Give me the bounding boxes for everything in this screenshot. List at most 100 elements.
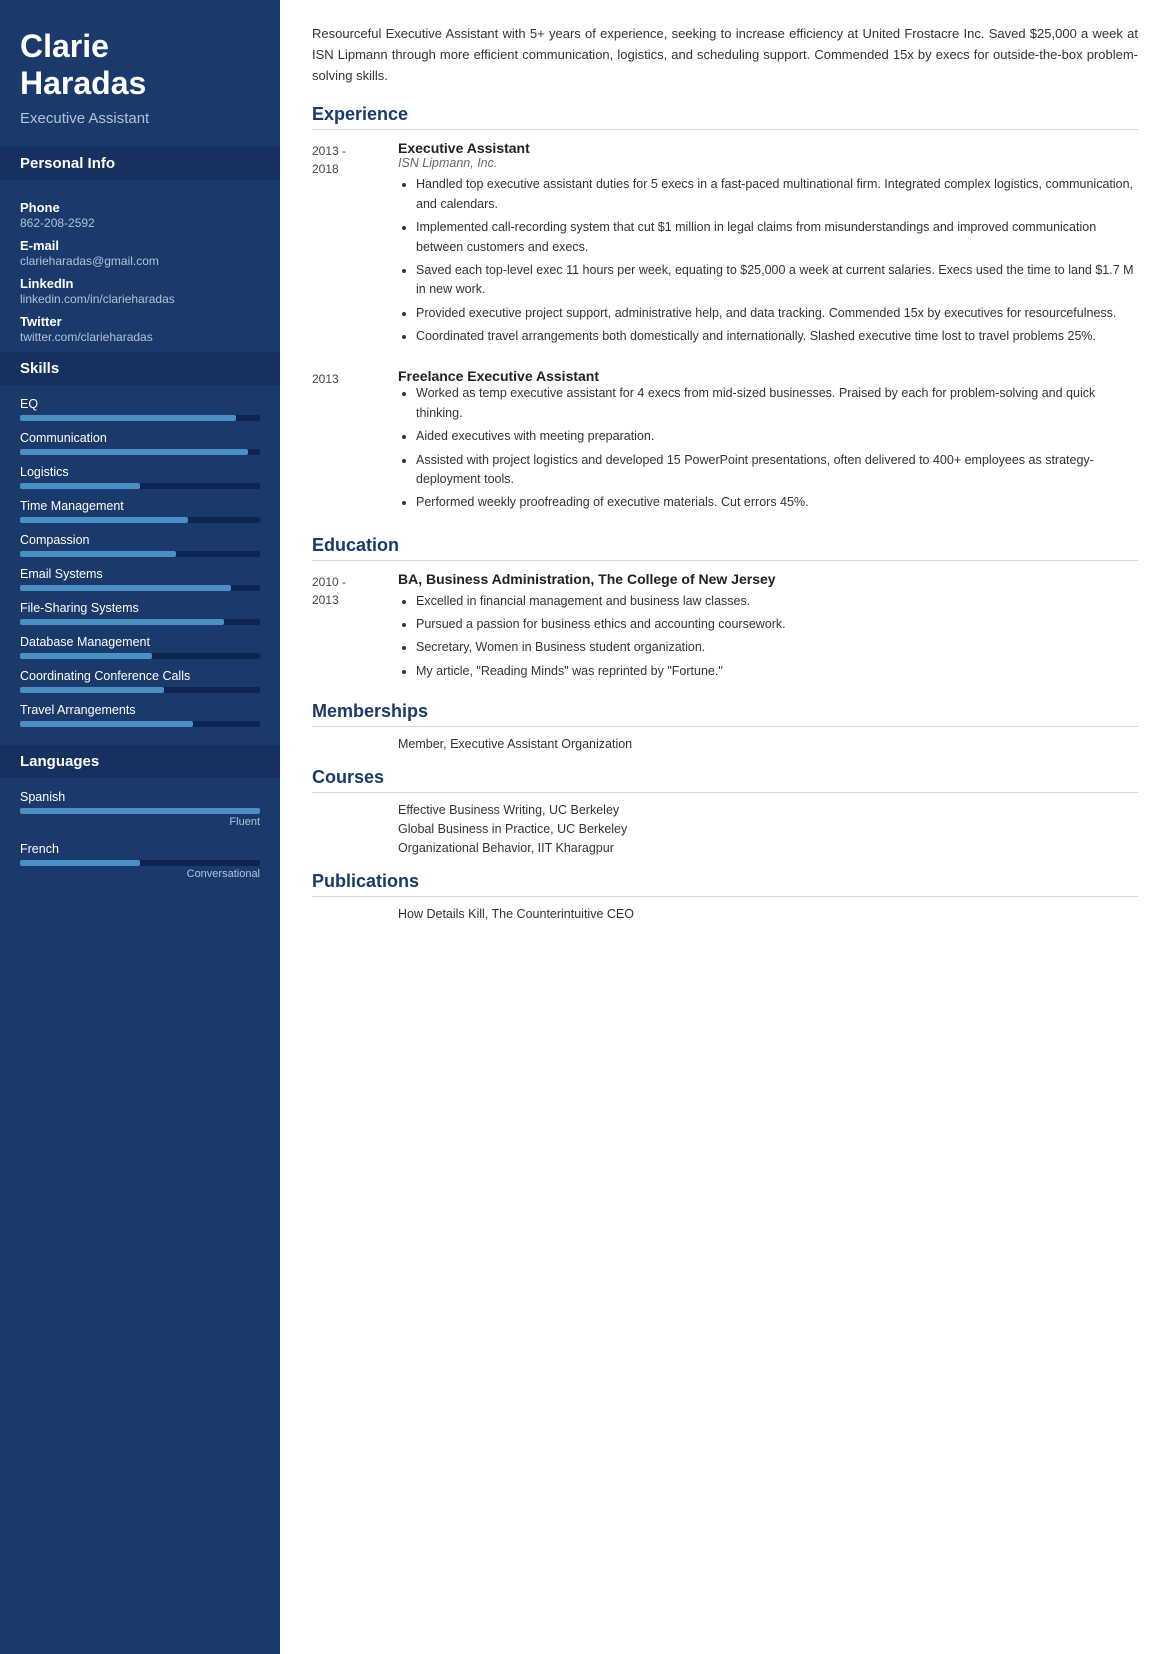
- phone-value: 862-208-2592: [20, 216, 260, 230]
- skill-bar-bg: [20, 721, 260, 727]
- memberships-divider: [312, 726, 1138, 727]
- email-value: clarieharadas@gmail.com: [20, 254, 260, 268]
- experience-section: Experience 2013 -2018 Executive Assistan…: [312, 104, 1138, 516]
- bullet-item: Saved each top-level exec 11 hours per w…: [416, 261, 1138, 300]
- skill-bar-bg: [20, 551, 260, 557]
- skill-bar-fill: [20, 415, 236, 421]
- skill-item: EQ: [20, 397, 260, 421]
- education-entry: 2010 -2013 BA, Business Administration, …: [312, 571, 1138, 686]
- skill-item: Compassion: [20, 533, 260, 557]
- education-section: Education 2010 -2013 BA, Business Admini…: [312, 535, 1138, 686]
- skill-name: Time Management: [20, 499, 260, 513]
- language-item: Spanish Fluent: [20, 790, 260, 828]
- entry-job-title: Executive Assistant: [398, 140, 1138, 156]
- skill-bar-fill: [20, 585, 231, 591]
- bullet-item: Aided executives with meeting preparatio…: [416, 427, 1138, 446]
- skill-name: Travel Arrangements: [20, 703, 260, 717]
- language-item: French Conversational: [20, 842, 260, 880]
- personal-info-section: Phone 862-208-2592 E-mail clarieharadas@…: [0, 180, 280, 348]
- linkedin-value: linkedin.com/in/clarieharadas: [20, 292, 260, 306]
- courses-content: Effective Business Writing, UC BerkeleyG…: [398, 803, 1138, 855]
- summary-text: Resourceful Executive Assistant with 5+ …: [312, 24, 1138, 86]
- experience-divider: [312, 129, 1138, 130]
- skills-section: EQ Communication Logistics Time Manageme…: [0, 385, 280, 741]
- experience-entry: 2013 Freelance Executive Assistant Worke…: [312, 368, 1138, 516]
- publications-section: Publications How Details Kill, The Count…: [312, 871, 1138, 921]
- skill-bar-bg: [20, 653, 260, 659]
- edu-dates: 2010 -2013: [312, 571, 380, 686]
- entry-job-title: Freelance Executive Assistant: [398, 368, 1138, 384]
- bullet-item: My article, "Reading Minds" was reprinte…: [416, 662, 1138, 681]
- entry-dates: 2013 -2018: [312, 140, 380, 350]
- education-title: Education: [312, 535, 1138, 556]
- bullet-item: Assisted with project logistics and deve…: [416, 451, 1138, 490]
- language-level: Fluent: [20, 816, 260, 828]
- bullet-item: Excelled in financial management and bus…: [416, 592, 1138, 611]
- education-divider: [312, 560, 1138, 561]
- skill-bar-bg: [20, 517, 260, 523]
- skill-item: Travel Arrangements: [20, 703, 260, 727]
- main-content: Resourceful Executive Assistant with 5+ …: [280, 0, 1170, 1654]
- language-bar-fill: [20, 808, 260, 814]
- language-bar-fill: [20, 860, 140, 866]
- experience-title: Experience: [312, 104, 1138, 125]
- entry-content: Executive Assistant ISN Lipmann, Inc. Ha…: [398, 140, 1138, 350]
- skill-bar-bg: [20, 585, 260, 591]
- phone-label: Phone: [20, 200, 260, 215]
- entry-content: Freelance Executive Assistant Worked as …: [398, 368, 1138, 516]
- courses-title: Courses: [312, 767, 1138, 788]
- sidebar-header: ClarieHaradas Executive Assistant: [0, 0, 280, 143]
- skill-name: EQ: [20, 397, 260, 411]
- publications-divider: [312, 896, 1138, 897]
- skill-name: Database Management: [20, 635, 260, 649]
- candidate-name: ClarieHaradas: [20, 28, 260, 102]
- edu-content: BA, Business Administration, The College…: [398, 571, 1138, 686]
- candidate-title: Executive Assistant: [20, 110, 260, 127]
- courses-section: Courses Effective Business Writing, UC B…: [312, 767, 1138, 855]
- skill-bar-fill: [20, 619, 224, 625]
- email-label: E-mail: [20, 238, 260, 253]
- skill-bar-bg: [20, 687, 260, 693]
- bullet-item: Pursued a passion for business ethics an…: [416, 615, 1138, 634]
- twitter-value: twitter.com/clarieharadas: [20, 330, 260, 344]
- skill-name: Compassion: [20, 533, 260, 547]
- language-name: French: [20, 842, 260, 856]
- skill-item: Logistics: [20, 465, 260, 489]
- skill-bar-fill: [20, 517, 188, 523]
- course-item: Organizational Behavior, IIT Kharagpur: [398, 841, 1138, 855]
- skill-item: Time Management: [20, 499, 260, 523]
- skill-item: Database Management: [20, 635, 260, 659]
- entry-dates: 2013: [312, 368, 380, 516]
- language-level: Conversational: [20, 868, 260, 880]
- bullet-item: Handled top executive assistant duties f…: [416, 175, 1138, 214]
- language-bar-bg: [20, 860, 260, 866]
- skill-item: Coordinating Conference Calls: [20, 669, 260, 693]
- bullet-item: Provided executive project support, admi…: [416, 304, 1138, 323]
- edu-degree: BA, Business Administration, The College…: [398, 571, 1138, 587]
- skill-bar-bg: [20, 483, 260, 489]
- edu-bullets: Excelled in financial management and bus…: [416, 592, 1138, 682]
- languages-header: Languages: [0, 745, 280, 778]
- skill-name: Email Systems: [20, 567, 260, 581]
- bullet-item: Worked as temp executive assistant for 4…: [416, 384, 1138, 423]
- skill-item: File-Sharing Systems: [20, 601, 260, 625]
- entry-bullets: Handled top executive assistant duties f…: [416, 175, 1138, 346]
- languages-section: Spanish Fluent French Conversational: [0, 778, 280, 898]
- membership-item: Member, Executive Assistant Organization: [398, 737, 1138, 751]
- skill-bar-bg: [20, 449, 260, 455]
- bullet-item: Implemented call-recording system that c…: [416, 218, 1138, 257]
- bullet-item: Coordinated travel arrangements both dom…: [416, 327, 1138, 346]
- skill-bar-fill: [20, 483, 140, 489]
- linkedin-label: LinkedIn: [20, 276, 260, 291]
- course-item: Effective Business Writing, UC Berkeley: [398, 803, 1138, 817]
- skill-bar-fill: [20, 721, 193, 727]
- language-name: Spanish: [20, 790, 260, 804]
- publication-item: How Details Kill, The Counterintuitive C…: [398, 907, 1138, 921]
- bullet-item: Performed weekly proofreading of executi…: [416, 493, 1138, 512]
- skill-name: Communication: [20, 431, 260, 445]
- personal-info-header: Personal Info: [0, 147, 280, 180]
- skill-item: Email Systems: [20, 567, 260, 591]
- entry-bullets: Worked as temp executive assistant for 4…: [416, 384, 1138, 512]
- skill-bar-fill: [20, 551, 176, 557]
- skill-bar-fill: [20, 449, 248, 455]
